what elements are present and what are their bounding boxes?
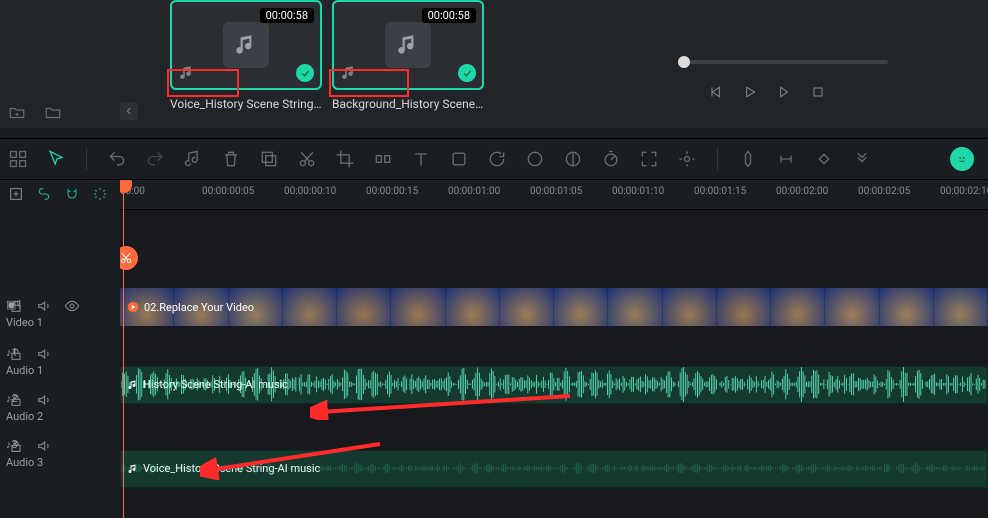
copy-icon[interactable] bbox=[259, 149, 279, 169]
music-tool-icon[interactable] bbox=[183, 149, 203, 169]
ruler-tick: 00:00:01:15 bbox=[694, 186, 746, 197]
timeline-toolbar bbox=[0, 138, 988, 180]
audio-track-index: ♪1 bbox=[6, 346, 24, 360]
assistant-avatar[interactable] bbox=[950, 147, 974, 171]
more-icon[interactable] bbox=[852, 149, 872, 169]
track-add-icon[interactable] bbox=[8, 186, 24, 202]
media-item-label: Background_History Scene S... bbox=[332, 97, 484, 111]
keyframe-icon[interactable] bbox=[814, 149, 834, 169]
audio-track-label: Audio 3 bbox=[6, 456, 43, 469]
redo-icon[interactable] bbox=[145, 149, 165, 169]
playhead[interactable] bbox=[123, 180, 124, 518]
link-icon[interactable] bbox=[36, 186, 52, 202]
color-icon[interactable] bbox=[525, 149, 545, 169]
play-badge-icon bbox=[126, 300, 140, 314]
music-note-icon bbox=[395, 32, 421, 58]
ripple-icon[interactable] bbox=[373, 149, 393, 169]
media-duration: 00:00:58 bbox=[422, 8, 476, 23]
ruler-tick: 00:00:02:10 bbox=[940, 186, 988, 197]
play-icon[interactable] bbox=[742, 84, 758, 100]
video-track-index: ▣1 bbox=[6, 298, 24, 312]
ruler-tick: 00:00:01:00 bbox=[448, 186, 500, 197]
delete-icon[interactable] bbox=[221, 149, 241, 169]
mute-icon[interactable] bbox=[36, 392, 52, 408]
media-item[interactable]: 00:00:58 Background_History Scene S... bbox=[332, 0, 484, 111]
ruler-tick: 00:00:01:10 bbox=[612, 186, 664, 197]
media-back-button[interactable] bbox=[120, 102, 138, 120]
highlight-box bbox=[329, 69, 409, 97]
ruler-tick: 00:00:00:10 bbox=[284, 186, 336, 197]
ruler-tick: 00:00:00:05 bbox=[202, 186, 254, 197]
mute-icon[interactable] bbox=[36, 298, 52, 314]
crop-frame-icon[interactable] bbox=[639, 149, 659, 169]
track-header-column: ▣1 Video 1 ♪1 Audio 1 ♪2 Audio 2 ♪3 Audi… bbox=[0, 180, 120, 518]
mute-icon[interactable] bbox=[36, 346, 52, 362]
tracking-icon[interactable] bbox=[677, 149, 697, 169]
mute-icon[interactable] bbox=[36, 438, 52, 454]
annotation-arrow-icon bbox=[200, 440, 390, 480]
adjust-icon[interactable] bbox=[563, 149, 583, 169]
media-duration: 00:00:58 bbox=[260, 8, 314, 23]
cursor-icon[interactable] bbox=[46, 149, 66, 169]
highlight-box bbox=[167, 69, 239, 97]
scissors-icon[interactable] bbox=[120, 246, 138, 270]
audio-clip-label: History Scene String-AI music bbox=[127, 378, 288, 391]
ruler-tick: 00:00:00:15 bbox=[366, 186, 418, 197]
ruler-tick: 00:00:02:05 bbox=[858, 186, 910, 197]
folder-add-icon[interactable] bbox=[8, 104, 26, 122]
video-track[interactable]: 02.Replace Your Video bbox=[120, 288, 988, 326]
layout-icon[interactable] bbox=[8, 149, 28, 169]
auto-icon[interactable] bbox=[92, 186, 108, 202]
audio-track-index: ♪3 bbox=[6, 438, 24, 452]
video-clip-label: 02.Replace Your Video bbox=[126, 300, 254, 314]
rotate-icon[interactable] bbox=[487, 149, 507, 169]
cut-icon[interactable] bbox=[297, 149, 317, 169]
eye-icon[interactable] bbox=[64, 298, 80, 314]
timeline-ruler[interactable]: 00:0000:00:00:0500:00:00:1000:00:00:1500… bbox=[120, 180, 988, 210]
selected-check-icon bbox=[458, 64, 476, 82]
text-icon[interactable] bbox=[411, 149, 431, 169]
selected-check-icon bbox=[296, 64, 314, 82]
preview-seekbar[interactable] bbox=[678, 60, 888, 64]
range-icon[interactable] bbox=[776, 149, 796, 169]
audio-track-label: Audio 2 bbox=[6, 410, 43, 423]
audio-track-index: ♪2 bbox=[6, 392, 24, 406]
video-track-label: Video 1 bbox=[6, 316, 43, 329]
speed-icon[interactable] bbox=[601, 149, 621, 169]
media-left-icons bbox=[0, 0, 170, 128]
prev-frame-icon[interactable] bbox=[708, 84, 724, 100]
preview-controls bbox=[678, 60, 888, 100]
undo-icon[interactable] bbox=[107, 149, 127, 169]
crop-icon[interactable] bbox=[335, 149, 355, 169]
shape-icon[interactable] bbox=[449, 149, 469, 169]
folder-icon[interactable] bbox=[44, 104, 62, 122]
audio-track-label: Audio 1 bbox=[6, 364, 43, 377]
timeline[interactable]: 00:0000:00:00:0500:00:00:1000:00:00:1500… bbox=[120, 180, 988, 518]
media-item-label: Voice_History Scene String-... bbox=[170, 97, 322, 111]
annotation-arrow-icon bbox=[310, 390, 580, 420]
ruler-tick: 00:00:02:00 bbox=[776, 186, 828, 197]
ruler-tick: 00:00:01:05 bbox=[530, 186, 582, 197]
magnet-icon[interactable] bbox=[64, 186, 80, 202]
marker-icon[interactable] bbox=[738, 149, 758, 169]
music-note-icon bbox=[233, 32, 259, 58]
next-frame-icon[interactable] bbox=[776, 84, 792, 100]
stop-icon[interactable] bbox=[810, 84, 826, 100]
media-item[interactable]: 00:00:58 Voice_History Scene String-... bbox=[170, 0, 322, 111]
